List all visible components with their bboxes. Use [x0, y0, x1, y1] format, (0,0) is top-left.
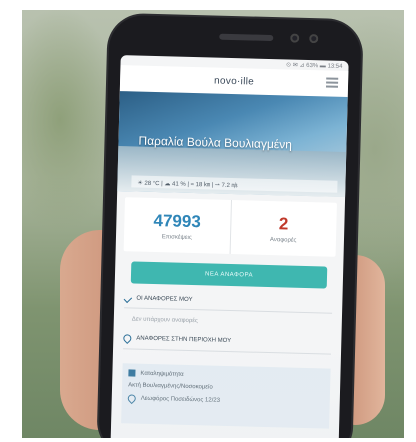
photo-background: ⊙ ✉ ⊿ 63% ▬ 13:54 novo·ille Παραλία Βούλ… — [0, 0, 416, 442]
phone-screen: ⊙ ✉ ⊿ 63% ▬ 13:54 novo·ille Παραλία Βούλ… — [110, 55, 349, 442]
stat-visits: 47993 Επισκέψεις — [124, 197, 231, 254]
speaker-grille — [219, 33, 274, 42]
frame-left — [0, 0, 22, 442]
my-reports-section[interactable]: ΟΙ ΑΝΑΦΟΡΕΣ ΜΟΥ — [123, 294, 333, 314]
card-row-place: Ακτή Βουλιαγμένης/Νοσοκομείο — [128, 382, 324, 393]
card-row-status: Καταληψιμότητα — [128, 369, 324, 381]
card-address-text: Λεωφόρος Ποσειδώνος 12/23 — [140, 395, 221, 404]
card-status-text: Καταληψιμότητα — [140, 370, 184, 378]
app-logo: novo·ille — [213, 75, 255, 88]
check-icon — [123, 294, 133, 303]
menu-icon[interactable] — [325, 77, 339, 88]
visits-count: 47993 — [153, 210, 202, 231]
hero-image: Παραλία Βούλα Βουλιαγμένη ☀ 28 °C | ☁ 41… — [117, 91, 348, 197]
sensor-icon — [309, 34, 319, 44]
frame-top — [0, 0, 416, 10]
nearby-reports-section[interactable]: ΑΝΑΦΟΡΕΣ ΣΤΗΝ ΠΕΡΙΟΧΗ ΜΟΥ — [121, 332, 332, 355]
location-pin-icon — [121, 332, 133, 345]
reports-label: Αναφορές — [269, 236, 297, 244]
report-card[interactable]: Καταληψιμότητα Ακτή Βουλιαγμένης/Νοσοκομ… — [121, 363, 331, 429]
status-square-icon — [128, 369, 136, 377]
nearby-reports-label: ΑΝΑΦΟΡΕΣ ΣΤΗΝ ΠΕΡΙΟΧΗ ΜΟΥ — [136, 335, 232, 345]
status-text: ⊙ ✉ ⊿ 63% ▬ 13:54 — [286, 61, 343, 70]
stat-reports: 2 Αναφορές — [229, 199, 337, 257]
reports-count: 2 — [278, 213, 289, 234]
address-pin-icon — [126, 392, 138, 405]
camera-icon — [290, 33, 300, 43]
visits-label: Επισκέψεις — [161, 233, 192, 241]
my-reports-label: ΟΙ ΑΝΑΦΟΡΕΣ ΜΟΥ — [136, 295, 193, 304]
card-row-address: Λεωφόρος Ποσειδώνος 12/23 — [126, 392, 324, 407]
smartphone: ⊙ ✉ ⊿ 63% ▬ 13:54 novo·ille Παραλία Βούλ… — [98, 14, 362, 442]
stats-panel: 47993 Επισκέψεις 2 Αναφορές — [123, 197, 337, 257]
frame-bottom — [0, 438, 416, 442]
card-place-text: Ακτή Βουλιαγμένης/Νοσοκομείο — [128, 382, 213, 391]
empty-reports-text: Δεν υπάρχουν αναφορές — [131, 316, 198, 325]
new-report-button[interactable]: ΝΕΑ ΑΝΑΦΟΡΑ — [130, 261, 328, 289]
frame-right — [404, 0, 416, 442]
